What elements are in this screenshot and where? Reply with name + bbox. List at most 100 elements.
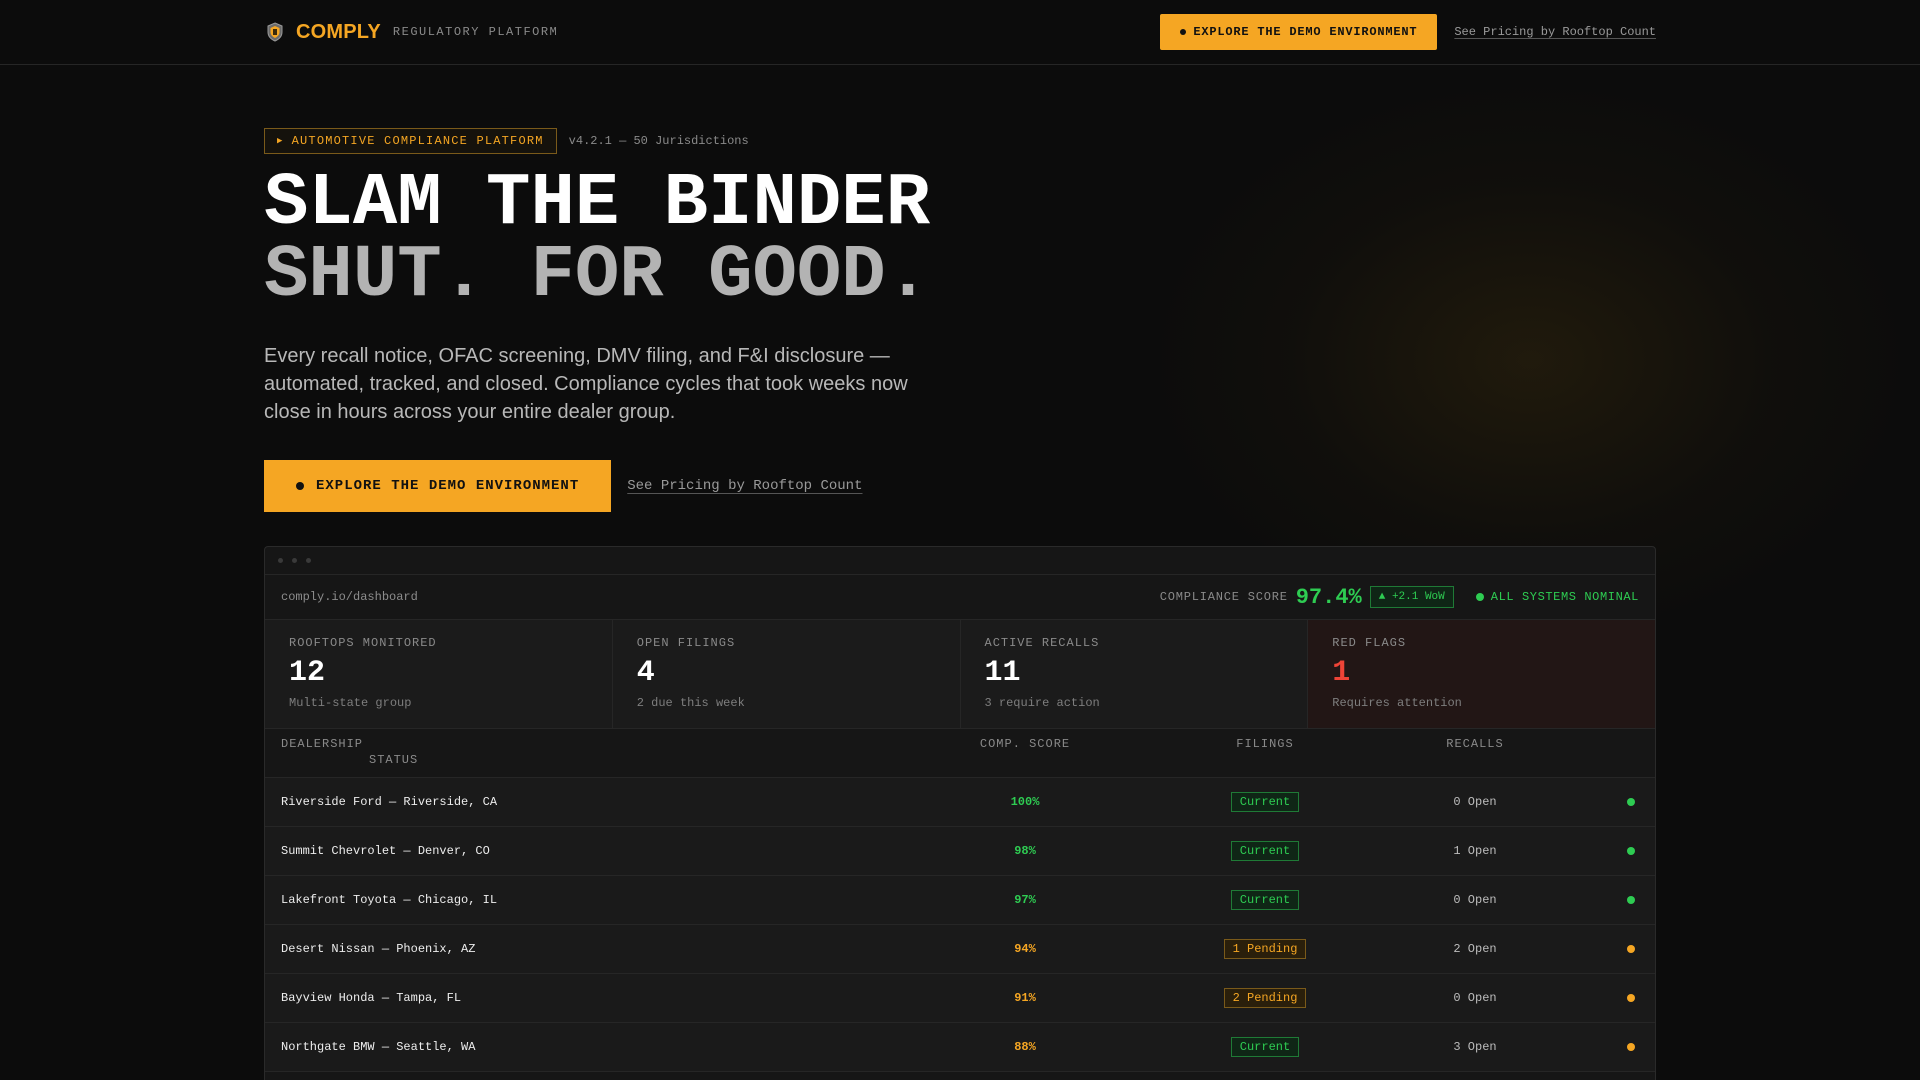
dashboard-preview: comply.io/dashboard COMPLIANCE SCORE 97.… [264, 546, 1656, 1080]
compliance-score-delta: ▲ +2.1 WoW [1369, 586, 1454, 608]
stat-open-filings: OPEN FILINGS 4 2 due this week [612, 620, 961, 728]
dealership-name: Riverside Ford — Riverside, CA [281, 795, 498, 809]
stat-sub: 2 due this week [636, 696, 745, 710]
compliance-score: 94% [1014, 942, 1036, 956]
column-status[interactable]: STATUS [369, 753, 418, 767]
filing-badge: Current [1230, 841, 1300, 861]
recalls-count: 3 Open [1453, 1040, 1497, 1054]
dealership-name: Lakefront Toyota — Chicago, IL [281, 893, 498, 907]
recalls-count: 0 Open [1453, 893, 1497, 907]
hero-demo-label: EXPLORE THE DEMO ENVIRONMENT [316, 478, 580, 494]
stats-row: ROOFTOPS MONITORED 12 Multi-state group … [265, 620, 1655, 729]
status-dot-icon [1627, 896, 1635, 904]
status-dot-icon [1627, 847, 1635, 855]
filings-cell: Current [1190, 778, 1340, 826]
table-row[interactable]: Bayview Honda — Tampa, FL 91% 2 Pending … [265, 974, 1655, 1023]
system-status-label: ALL SYSTEMS NOMINAL [1490, 590, 1639, 604]
window-controls [265, 547, 1655, 575]
dashboard-bar: comply.io/dashboard COMPLIANCE SCORE 97.… [265, 575, 1655, 620]
filing-badge: Current [1230, 890, 1300, 910]
stat-label: ACTIVE RECALLS [984, 636, 1100, 650]
filings-cell: Current [1190, 1023, 1340, 1071]
column-recalls[interactable]: RECALLS [1415, 737, 1535, 751]
dot-icon [296, 482, 304, 490]
filing-badge: Current [1230, 1037, 1300, 1057]
filings-cell: 1 Pending [1190, 925, 1340, 973]
stat-label: ROOFTOPS MONITORED [289, 636, 437, 650]
table-row[interactable]: Riverside Ford — Riverside, CA 100% Curr… [265, 778, 1655, 827]
stat-sub: Multi-state group [289, 696, 412, 710]
status-dot-icon [1627, 945, 1635, 953]
brand[interactable]: COMPLY REGULATORY PLATFORM [264, 21, 558, 44]
table-header: DEALERSHIP STATUS COMP. SCORE FILINGS RE… [265, 729, 1655, 778]
stat-red-flags: RED FLAGS 1 Requires attention [1308, 620, 1655, 728]
hero-demo-button[interactable]: EXPLORE THE DEMO ENVIRONMENT [264, 460, 612, 512]
status-cell [1627, 778, 1635, 826]
category-pill: ▶ AUTOMOTIVE COMPLIANCE PLATFORM [264, 128, 557, 154]
status-dot-icon [1475, 593, 1484, 601]
dot-icon [1180, 29, 1187, 35]
dealership-name: Northgate BMW — Seattle, WA [281, 1040, 476, 1054]
status-cell [1627, 925, 1635, 973]
stat-value: 1 [1332, 656, 1351, 690]
table-row[interactable]: Northgate BMW — Seattle, WA 88% Current … [265, 1023, 1655, 1072]
status-cell [1627, 827, 1635, 875]
window-dot-icon [306, 558, 311, 563]
stat-sub: 3 require action [984, 696, 1100, 710]
stat-label: OPEN FILINGS [636, 636, 736, 650]
nav-demo-button[interactable]: EXPLORE THE DEMO ENVIRONMENT [1160, 14, 1438, 50]
stat-active-recalls: ACTIVE RECALLS 11 3 require action [960, 620, 1309, 728]
table-row[interactable]: Summit Chevrolet — Denver, CO 98% Curren… [265, 827, 1655, 876]
nav-pricing-link[interactable]: See Pricing by Rooftop Count [1454, 25, 1656, 39]
status-dot-icon [1627, 798, 1635, 806]
hero-lede: Every recall notice, OFAC screening, DMV… [264, 345, 908, 423]
filings-cell: Current [1190, 827, 1340, 875]
hero-pricing-link[interactable]: See Pricing by Rooftop Count [627, 478, 862, 494]
nav-demo-label: EXPLORE THE DEMO ENVIRONMENT [1193, 25, 1418, 39]
filing-badge: Current [1230, 792, 1300, 812]
recalls-count: 0 Open [1453, 795, 1497, 809]
hero-headline: SLAM THE BINDER SHUT. FOR GOOD. [264, 162, 1064, 318]
shield-icon [264, 21, 286, 43]
category-pill-label: AUTOMOTIVE COMPLIANCE PLATFORM [291, 134, 544, 148]
version-meta: v4.2.1 — 50 Jurisdictions [568, 134, 749, 148]
compliance-score: 100% [1010, 795, 1040, 809]
stat-label: RED FLAGS [1332, 636, 1407, 650]
dealership-name: Bayview Honda — Tampa, FL [281, 991, 462, 1005]
stat-rooftops: ROOFTOPS MONITORED 12 Multi-state group [265, 620, 613, 728]
window-dot-icon [278, 558, 283, 563]
status-dot-icon [1627, 994, 1635, 1002]
column-filings[interactable]: FILINGS [1190, 737, 1340, 751]
headline-line-1: SLAM THE BINDER [264, 162, 931, 246]
column-score[interactable]: COMP. SCORE [915, 737, 1135, 751]
top-nav: COMPLY REGULATORY PLATFORM EXPLORE THE D… [0, 0, 1920, 65]
column-dealership[interactable]: DEALERSHIP [281, 737, 363, 751]
brand-subtitle: REGULATORY PLATFORM [392, 25, 559, 39]
table-row[interactable]: Desert Nissan — Phoenix, AZ 94% 1 Pendin… [265, 925, 1655, 974]
status-dot-icon [1627, 1043, 1635, 1051]
table-row[interactable]: Lakefront Toyota — Chicago, IL 97% Curre… [265, 876, 1655, 925]
dealership-name: Summit Chevrolet — Denver, CO [281, 844, 490, 858]
dashboard-url: comply.io/dashboard [281, 590, 418, 604]
hero: ▶ AUTOMOTIVE COMPLIANCE PLATFORM v4.2.1 … [264, 128, 1064, 512]
status-cell [1627, 974, 1635, 1022]
filing-badge: 1 Pending [1223, 939, 1307, 959]
status-cell [1627, 1023, 1635, 1071]
filing-badge: 2 Pending [1223, 988, 1307, 1008]
filings-cell: 2 Pending [1190, 974, 1340, 1022]
headline-line-2: SHUT. FOR GOOD. [264, 234, 931, 318]
compliance-score: 98% [1014, 844, 1036, 858]
recalls-count: 0 Open [1453, 991, 1497, 1005]
compliance-score-value: 97.4% [1295, 584, 1362, 610]
play-icon: ▶ [277, 136, 284, 146]
window-dot-icon [292, 558, 297, 563]
stat-sub: Requires attention [1332, 696, 1462, 710]
stat-value: 11 [984, 656, 1021, 690]
system-status: ALL SYSTEMS NOMINAL [1475, 590, 1639, 604]
recalls-count: 2 Open [1453, 942, 1497, 956]
compliance-score: 91% [1014, 991, 1036, 1005]
filings-cell: Current [1190, 876, 1340, 924]
stat-value: 4 [636, 656, 655, 690]
compliance-score-label: COMPLIANCE SCORE [1159, 590, 1288, 604]
stat-value: 12 [289, 656, 326, 690]
